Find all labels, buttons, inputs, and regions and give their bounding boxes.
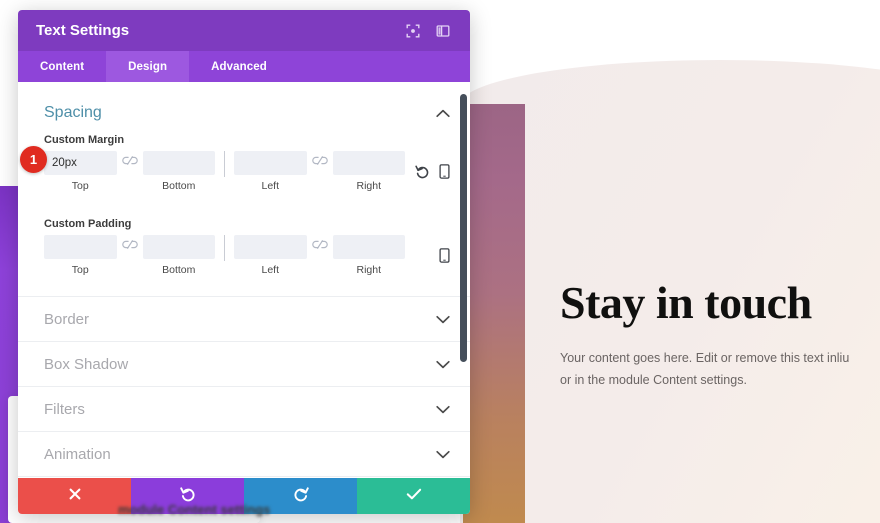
- spacing-group-header[interactable]: Spacing: [18, 82, 470, 130]
- chevron-down-icon-filters[interactable]: [436, 405, 450, 414]
- blurred-background-text: module Content settings: [118, 502, 271, 517]
- padding-left-input[interactable]: [234, 235, 307, 259]
- chevron-down-icon-animation[interactable]: [436, 450, 450, 459]
- screen-root: Stay in touch Your content goes here. Ed…: [0, 0, 880, 523]
- padding-mobile-device-icon[interactable]: [439, 244, 450, 268]
- cancel-button[interactable]: [18, 478, 131, 514]
- padding-bottom-input[interactable]: [142, 235, 215, 259]
- margin-top-input[interactable]: [44, 151, 117, 175]
- margin-reset-undo-icon[interactable]: [415, 160, 430, 184]
- tab-design[interactable]: Design: [106, 51, 190, 82]
- padding-horizontal-pair: Left Right: [234, 235, 405, 276]
- modal-scrollbar-track[interactable]: [460, 82, 467, 478]
- chevron-up-icon[interactable]: [436, 109, 450, 118]
- text-settings-modal: Text Settings Content Design Advanced Sp…: [18, 10, 470, 514]
- callout-badge-1: 1: [20, 146, 47, 173]
- save-button[interactable]: [357, 478, 470, 514]
- page-text-block: Stay in touch Your content goes here. Ed…: [560, 278, 860, 391]
- custom-padding-row: Top Bottom Left Right: [44, 235, 450, 276]
- margin-left-label: Left: [261, 180, 279, 192]
- modal-titlebar: Text Settings: [18, 10, 470, 51]
- page-body-text: Your content goes here. Edit or remove t…: [560, 350, 850, 387]
- margin-left-cell: Left: [234, 151, 307, 192]
- padding-divider: [224, 235, 225, 261]
- link-margin-vertical-icon[interactable]: [117, 156, 143, 165]
- modal-scrollbar-thumb[interactable]: [460, 94, 467, 362]
- link-padding-horizontal-icon[interactable]: [307, 240, 333, 249]
- focus-target-icon[interactable]: [400, 18, 426, 44]
- tab-content[interactable]: Content: [18, 51, 106, 82]
- section-row-box-shadow[interactable]: Box Shadow: [18, 341, 470, 386]
- close-x-icon: [68, 487, 82, 506]
- padding-right-input[interactable]: [332, 235, 405, 259]
- margin-row-tools: [405, 160, 450, 184]
- padding-left-label: Left: [261, 264, 279, 276]
- modal-title: Text Settings: [36, 22, 130, 39]
- padding-left-cell: Left: [234, 235, 307, 276]
- margin-bottom-cell: Bottom: [142, 151, 215, 192]
- layout-panel-icon[interactable]: [430, 18, 456, 44]
- section-label-box-shadow: Box Shadow: [44, 355, 129, 373]
- chevron-down-icon-border[interactable]: [436, 315, 450, 324]
- margin-top-label: Top: [71, 180, 89, 192]
- chevron-down-icon-box-shadow[interactable]: [436, 360, 450, 369]
- padding-top-cell: Top: [44, 235, 117, 276]
- padding-vertical-pair: Top Bottom: [44, 235, 215, 276]
- custom-padding-group: Custom Padding Top Bottom Left Right: [18, 214, 470, 276]
- modal-tab-bar: Content Design Advanced: [18, 51, 470, 82]
- padding-right-cell: Right: [332, 235, 405, 276]
- tab-advanced[interactable]: Advanced: [189, 51, 289, 82]
- padding-top-input[interactable]: [44, 235, 117, 259]
- page-title: Stay in touch: [560, 277, 812, 328]
- section-label-border: Border: [44, 310, 90, 328]
- margin-divider: [224, 151, 225, 177]
- padding-bottom-cell: Bottom: [142, 235, 215, 276]
- section-label-animation: Animation: [44, 445, 111, 463]
- margin-horizontal-pair: Left Right: [234, 151, 405, 192]
- margin-top-cell: Top: [44, 151, 117, 192]
- margin-mobile-device-icon[interactable]: [439, 160, 450, 184]
- collapsed-section-list: Border Box Shadow Filters Animation: [18, 296, 470, 478]
- section-row-trailing: [18, 476, 470, 478]
- custom-padding-label: Custom Padding: [44, 218, 132, 230]
- modal-body: Spacing Custom Margin Top: [18, 82, 470, 478]
- section-row-animation[interactable]: Animation: [18, 431, 470, 476]
- section-label-filters: Filters: [44, 400, 85, 418]
- margin-bottom-label: Bottom: [162, 180, 196, 192]
- padding-row-tools: [405, 244, 450, 268]
- custom-margin-group: Custom Margin Top: [18, 130, 470, 192]
- link-margin-horizontal-icon[interactable]: [307, 156, 333, 165]
- padding-top-label: Top: [71, 264, 89, 276]
- custom-margin-row: Top Bottom: [44, 151, 450, 192]
- gradient-accent-strip: [463, 104, 525, 523]
- page-preview-canvas: Stay in touch Your content goes here. Ed…: [460, 0, 880, 523]
- redo-icon: [293, 486, 309, 507]
- margin-vertical-pair: Top Bottom: [44, 151, 215, 192]
- margin-right-cell: Right: [332, 151, 405, 192]
- section-row-filters[interactable]: Filters: [18, 386, 470, 431]
- margin-right-label: Right: [356, 180, 381, 192]
- padding-right-label: Right: [356, 264, 381, 276]
- section-row-border[interactable]: Border: [18, 296, 470, 341]
- margin-bottom-input[interactable]: [142, 151, 215, 175]
- modal-scroll-area: Spacing Custom Margin Top: [18, 82, 470, 478]
- custom-margin-label: Custom Margin: [44, 134, 125, 146]
- margin-left-input[interactable]: [234, 151, 307, 175]
- link-padding-vertical-icon[interactable]: [117, 240, 143, 249]
- padding-bottom-label: Bottom: [162, 264, 196, 276]
- margin-right-input[interactable]: [332, 151, 405, 175]
- spacing-group-title: Spacing: [44, 104, 102, 121]
- checkmark-icon: [406, 487, 422, 506]
